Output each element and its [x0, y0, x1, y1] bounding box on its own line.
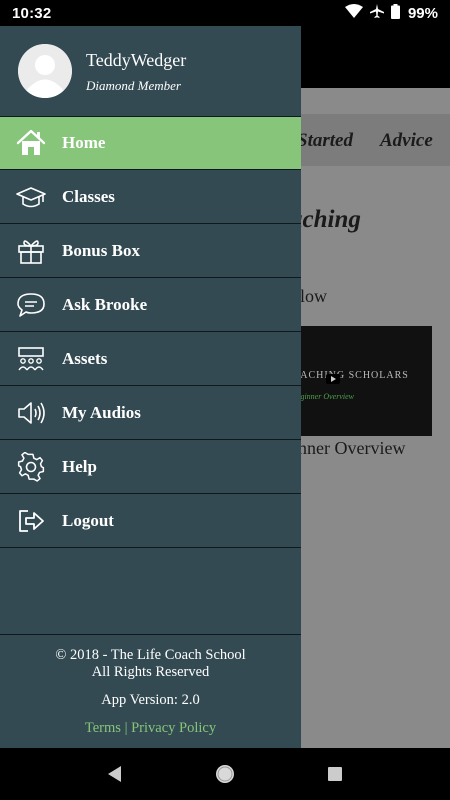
video-thumbnail[interactable]: OACHING SCHOLARS Beginner Overview — [290, 326, 432, 436]
recents-button[interactable] — [315, 754, 355, 794]
user-avatar-icon — [18, 44, 72, 98]
tab-advice[interactable]: Advice — [380, 130, 433, 152]
battery-icon — [390, 3, 400, 23]
speaker-icon — [0, 386, 62, 440]
menu-label: Home — [62, 133, 106, 152]
status-icons: 99% — [344, 3, 438, 23]
battery-percent: 99% — [407, 4, 438, 22]
airplane-icon — [369, 3, 385, 23]
wifi-icon — [344, 4, 363, 22]
menu-item-help[interactable]: Help — [0, 440, 301, 494]
audience-icon — [0, 332, 62, 386]
copyright: © 2018 - The Life Coach School All Right… — [0, 647, 301, 681]
gear-icon — [0, 440, 62, 494]
user-name: TeddyWedger — [86, 50, 187, 70]
copyright-line-2: All Rights Reserved — [91, 664, 210, 680]
drawer-footer: © 2018 - The Life Coach School All Right… — [0, 634, 301, 748]
play-icon — [326, 374, 340, 384]
drawer-header: TeddyWedger Diamond Member — [0, 26, 301, 116]
menu-item-logout[interactable]: Logout — [0, 494, 301, 548]
menu-label: Bonus Box — [62, 240, 140, 260]
home-button[interactable] — [205, 754, 245, 794]
menu-item-ask-brooke[interactable]: Ask Brooke — [0, 278, 301, 332]
video-caption: nner Overview — [298, 438, 406, 458]
menu-label: Assets — [62, 348, 108, 368]
menu-item-bonus-box[interactable]: Bonus Box — [0, 224, 301, 278]
app-version: App Version: 2.0 — [101, 692, 200, 708]
menu-label: My Audios — [62, 402, 141, 422]
gift-icon — [0, 224, 62, 278]
video-title: OACHING SCHOLARS — [292, 370, 409, 381]
status-bar: 10:32 99% — [0, 0, 450, 26]
menu-label: Logout — [62, 510, 114, 530]
menu-item-home[interactable]: Home — [0, 116, 301, 170]
menu-item-my-audios[interactable]: My Audios — [0, 386, 301, 440]
back-button[interactable] — [95, 754, 135, 794]
menu-item-classes[interactable]: Classes — [0, 170, 301, 224]
back-triangle-icon — [108, 766, 121, 782]
menu-label: Help — [62, 456, 97, 476]
logout-icon — [0, 494, 62, 548]
recents-square-icon — [328, 767, 342, 781]
avatar[interactable] — [18, 44, 72, 98]
home-circle-icon — [216, 765, 234, 783]
menu-label: Ask Brooke — [62, 294, 148, 314]
status-time: 10:32 — [12, 4, 52, 22]
terms-link[interactable]: Terms — [85, 720, 121, 736]
menu-label: Classes — [62, 186, 115, 206]
graduation-cap-icon — [0, 170, 62, 224]
system-nav-bar — [0, 748, 450, 800]
navigation-drawer: TeddyWedger Diamond Member Home Classes … — [0, 26, 301, 748]
drawer-menu: Home Classes Bonus Box Ask Brooke Assets — [0, 116, 301, 548]
membership-level: Diamond Member — [86, 78, 181, 93]
tab-started[interactable]: Started — [297, 130, 353, 152]
video-subtitle: Beginner Overview — [292, 392, 354, 401]
home-icon — [0, 116, 62, 170]
footer-links: Terms | Privacy Policy — [0, 720, 301, 737]
menu-item-assets[interactable]: Assets — [0, 332, 301, 386]
privacy-policy-link[interactable]: Privacy Policy — [131, 720, 216, 736]
copyright-line-1: © 2018 - The Life Coach School — [55, 647, 246, 663]
chat-bubble-icon — [0, 278, 62, 332]
